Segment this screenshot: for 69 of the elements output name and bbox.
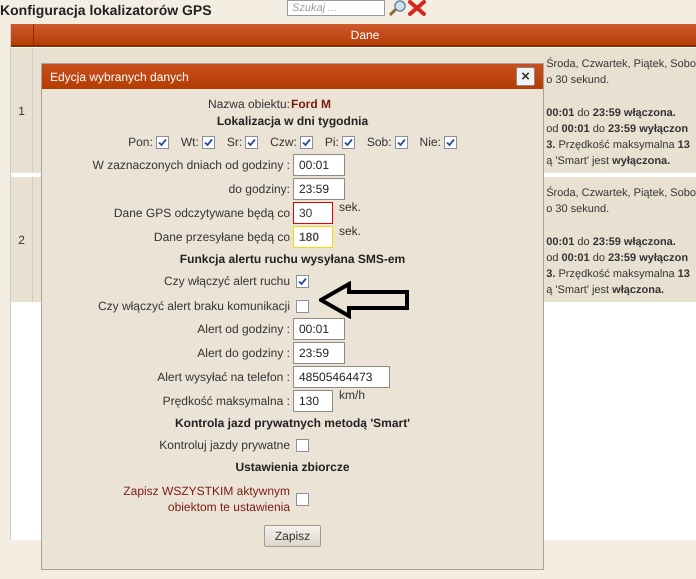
day-label: Wt: — [180, 134, 199, 151]
unit-label: sek. — [339, 199, 362, 216]
section-heading: Lokalizacja w dni tygodnia — [216, 113, 370, 130]
cell-text: 3. Przędkość maksymalna 13 — [546, 138, 691, 154]
field-label: W zaznaczonych dniach od godziny : — [92, 157, 290, 174]
field-label: Nazwa obiektu: — [206, 96, 290, 113]
checkbox[interactable] — [296, 300, 309, 312]
cell-text: Środa, Czwartek, Piątek, Sobo — [546, 56, 696, 72]
checkbox[interactable] — [245, 136, 258, 148]
checkbox-label: Czy włączyć alert ruchu — [162, 273, 290, 290]
input-field[interactable]: 30 — [293, 202, 333, 224]
field-label: Dane przesyłane będą co — [152, 229, 290, 246]
close-button[interactable]: × — [516, 67, 535, 86]
cell-text: 3. Przędkość maksymalna 13 — [546, 267, 691, 282]
checkbox[interactable] — [444, 136, 457, 148]
field-label: Alert od godziny : — [196, 321, 290, 338]
cell-text: ą 'Smart' jest wyłączona. — [546, 154, 672, 170]
input-field[interactable]: 00:01 — [293, 154, 344, 176]
field-label: do godziny: — [228, 181, 290, 198]
page-title: Konfiguracja lokalizatorów GPS — [0, 1, 213, 20]
input-field[interactable]: 23:59 — [293, 178, 344, 200]
checkbox[interactable] — [342, 136, 355, 148]
field-label: Alert wysyłać na telefon : — [156, 369, 290, 386]
input-field[interactable]: 23:59 — [293, 342, 344, 364]
day-label: Sr: — [226, 134, 242, 151]
section-heading: Kontrola jazd prywatnych metodą 'Smart' — [174, 415, 412, 432]
checkbox[interactable] — [296, 438, 309, 452]
input-field[interactable]: 00:01 — [293, 318, 344, 340]
checkbox-label: Czy włączyć alert braku komunikacji — [96, 298, 290, 315]
cell-text: o 30 sekund. — [546, 202, 610, 218]
field-label: Prędkość maksymalna : — [162, 393, 290, 410]
cell-text: ą 'Smart' jest włączona. — [546, 283, 666, 298]
checkbox[interactable] — [156, 136, 169, 148]
cell-text: od 00:01 do 23:59 wyłączon — [546, 250, 690, 266]
input-field[interactable]: 130 — [293, 390, 333, 412]
input-field[interactable]: 48505464473 — [293, 366, 390, 388]
checkbox-label: Kontroluj jazdy prywatne — [158, 437, 290, 454]
section-heading: Funkcja alertu ruchu wysyłana SMS-em — [178, 251, 406, 268]
day-label: Pi: — [324, 134, 339, 151]
unit-label: km/h — [339, 387, 366, 404]
section-heading: Ustawienia zbiorcze — [234, 459, 351, 476]
cell-text: o 30 sekund. — [546, 73, 610, 88]
unit-label: sek. — [339, 223, 362, 240]
day-label: Pon: — [128, 134, 153, 151]
checkbox-label: Zapisz WSZYSTKIM aktywnym obiektom te ustawienia — [122, 483, 290, 515]
row-number: 1 — [18, 102, 25, 120]
field-label: Alert do godziny : — [196, 345, 290, 362]
checkbox[interactable] — [300, 136, 313, 148]
day-label: Czw: — [270, 134, 297, 151]
row-number: 2 — [18, 232, 25, 248]
checkbox[interactable] — [202, 136, 215, 148]
day-label: Nie: — [420, 134, 441, 151]
field-label: Dane GPS odczytywane będą co — [112, 205, 290, 222]
cell-text: Środa, Czwartek, Piątek, Sobo — [546, 185, 696, 201]
cell-text: 00:01 do 23:59 włączona. — [546, 106, 677, 121]
column-header: Dane — [350, 27, 380, 44]
checkbox[interactable] — [394, 136, 408, 148]
day-label: Sob: — [366, 134, 392, 151]
save-button[interactable]: Zapisz — [264, 525, 322, 547]
search-field[interactable]: Szukaj ... — [287, 0, 385, 16]
input-field[interactable]: 180 — [293, 226, 333, 248]
search-icon[interactable] — [388, 0, 408, 16]
cell-text: 00:01 do 23:59 włączona. — [546, 234, 677, 250]
object-name: Ford M — [291, 96, 332, 113]
checkbox[interactable] — [296, 274, 309, 288]
checkbox[interactable] — [296, 492, 309, 506]
cell-text: od 00:01 do 23:59 wyłączon — [546, 122, 690, 137]
clear-icon[interactable] — [408, 0, 426, 16]
dialog-title: Edycja wybranych danych — [50, 68, 189, 86]
